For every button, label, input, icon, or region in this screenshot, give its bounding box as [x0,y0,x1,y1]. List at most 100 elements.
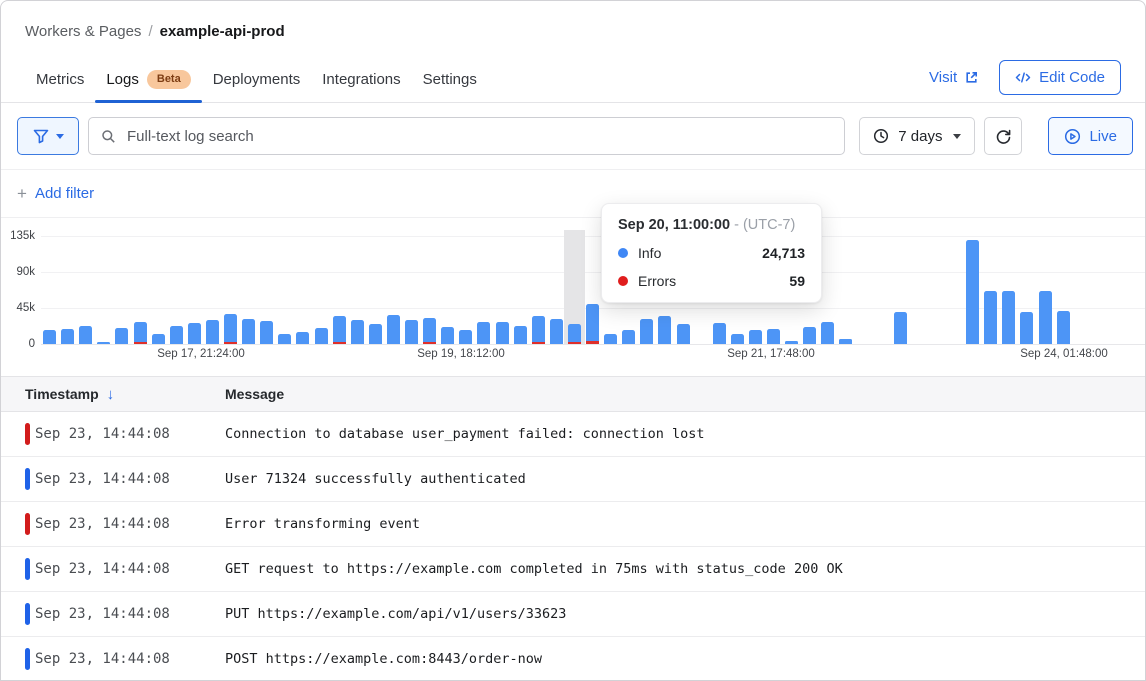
chart-bar[interactable] [749,330,762,344]
chart-bar-error-segment [423,342,436,344]
log-row[interactable]: Sep 23, 14:44:08POST https://example.com… [1,637,1145,681]
filter-menu-button[interactable] [17,117,79,155]
add-filter-row: + Add filter [1,170,1145,218]
log-table-body: Sep 23, 14:44:08Connection to database u… [1,412,1145,681]
chart-bar[interactable] [477,322,490,344]
page-title: example-api-prod [160,23,285,40]
play-circle-icon [1064,128,1081,145]
live-button[interactable]: Live [1048,117,1133,155]
chart-bar[interactable] [568,324,581,344]
add-filter-button[interactable]: Add filter [35,185,94,202]
chart-bar[interactable] [43,330,56,344]
chart-bar-error-segment [134,342,147,344]
chart-bar[interactable] [115,328,128,344]
chart-bar[interactable] [61,329,74,344]
time-range-dropdown[interactable]: 7 days [859,117,975,155]
chart-bar[interactable] [1020,312,1033,344]
refresh-icon [995,128,1012,145]
external-link-icon [964,70,979,85]
log-row[interactable]: Sep 23, 14:44:08PUT https://example.com/… [1,592,1145,637]
chart-bar[interactable] [640,319,653,344]
log-timestamp: Sep 23, 14:44:08 [1,561,225,577]
chart-bar[interactable] [1002,291,1015,344]
chart-bar[interactable] [459,330,472,344]
severity-indicator-info [25,558,30,580]
beta-badge: Beta [147,70,191,89]
filter-bar: 7 days Live [1,103,1145,170]
breadcrumb-workers-pages-link[interactable]: Workers & Pages [25,23,141,40]
severity-indicator-error [25,423,30,445]
chart-bar[interactable] [423,318,436,344]
chart-bar[interactable] [296,332,309,344]
chart-bar[interactable] [1039,291,1052,344]
chart-bar[interactable] [839,339,852,344]
chart-bar[interactable] [242,319,255,344]
chart-bar[interactable] [224,314,237,344]
log-row[interactable]: Sep 23, 14:44:08Connection to database u… [1,412,1145,457]
log-row[interactable]: Sep 23, 14:44:08GET request to https://e… [1,547,1145,592]
chart-bar[interactable] [731,334,744,344]
severity-indicator-info [25,468,30,490]
log-timestamp: Sep 23, 14:44:08 [1,516,225,532]
chart-bar[interactable] [441,327,454,344]
log-timestamp: Sep 23, 14:44:08 [1,471,225,487]
chart-bar[interactable] [188,323,201,344]
severity-indicator-info [25,648,30,670]
error-dot-icon [618,276,628,286]
chart-bar[interactable] [369,324,382,344]
header-actions: Visit Edit Code [929,60,1121,101]
chart-bar[interactable] [260,321,273,344]
log-row[interactable]: Sep 23, 14:44:08User 71324 successfully … [1,457,1145,502]
tab-metrics[interactable]: Metrics [25,60,95,101]
chart-bar[interactable] [713,323,726,344]
y-axis-tick: 45k [1,302,35,314]
chart-bar[interactable] [658,316,671,344]
chart-bar[interactable] [514,326,527,344]
chart-bar[interactable] [785,341,798,344]
chart-bar[interactable] [677,324,690,344]
chart-bar[interactable] [894,312,907,344]
chart-bar[interactable] [278,334,291,344]
tab-deployments[interactable]: Deployments [202,60,312,101]
chart-bar[interactable] [1057,311,1070,344]
chart-bar[interactable] [586,304,599,344]
chart-bar[interactable] [821,322,834,344]
chart-bar[interactable] [966,240,979,344]
chart-bar-error-segment [224,342,237,344]
chart-bar[interactable] [79,326,92,344]
search-input[interactable] [125,127,832,146]
chart-bar[interactable] [803,327,816,344]
chart-bar[interactable] [604,334,617,344]
chart-bar[interactable] [351,320,364,344]
chart-bar[interactable] [315,328,328,344]
chart-bar[interactable] [97,342,110,344]
column-header-timestamp[interactable]: Timestamp ↓ [1,386,225,403]
chart-bar[interactable] [622,330,635,344]
chart-bar[interactable] [206,320,219,344]
log-timestamp: Sep 23, 14:44:08 [1,426,225,442]
log-row[interactable]: Sep 23, 14:44:08Error transforming event [1,502,1145,547]
tooltip-timestamp: Sep 20, 11:00:00 [618,217,730,233]
chart-bar[interactable] [134,322,147,344]
chart-bar[interactable] [767,329,780,344]
x-axis-tick: Sep 21, 17:48:00 [727,348,815,360]
chart-bar[interactable] [170,326,183,344]
tab-integrations[interactable]: Integrations [311,60,411,101]
chart-bar[interactable] [496,322,509,344]
chart-bar[interactable] [550,319,563,344]
chart-bar[interactable] [984,291,997,344]
edit-code-button[interactable]: Edit Code [999,60,1121,95]
chart-bar[interactable] [387,315,400,344]
search-icon [101,129,116,144]
chart-bar[interactable] [532,316,545,344]
tab-logs[interactable]: Logs Beta [95,59,201,102]
chart-bar[interactable] [405,320,418,344]
tab-settings[interactable]: Settings [412,60,488,101]
chart-bar[interactable] [152,334,165,344]
y-axis-tick: 0 [1,338,35,350]
code-icon [1015,71,1031,84]
refresh-button[interactable] [984,117,1022,155]
chart-bar[interactable] [333,316,346,344]
log-message: Connection to database user_payment fail… [225,426,705,442]
visit-link[interactable]: Visit [929,69,979,86]
